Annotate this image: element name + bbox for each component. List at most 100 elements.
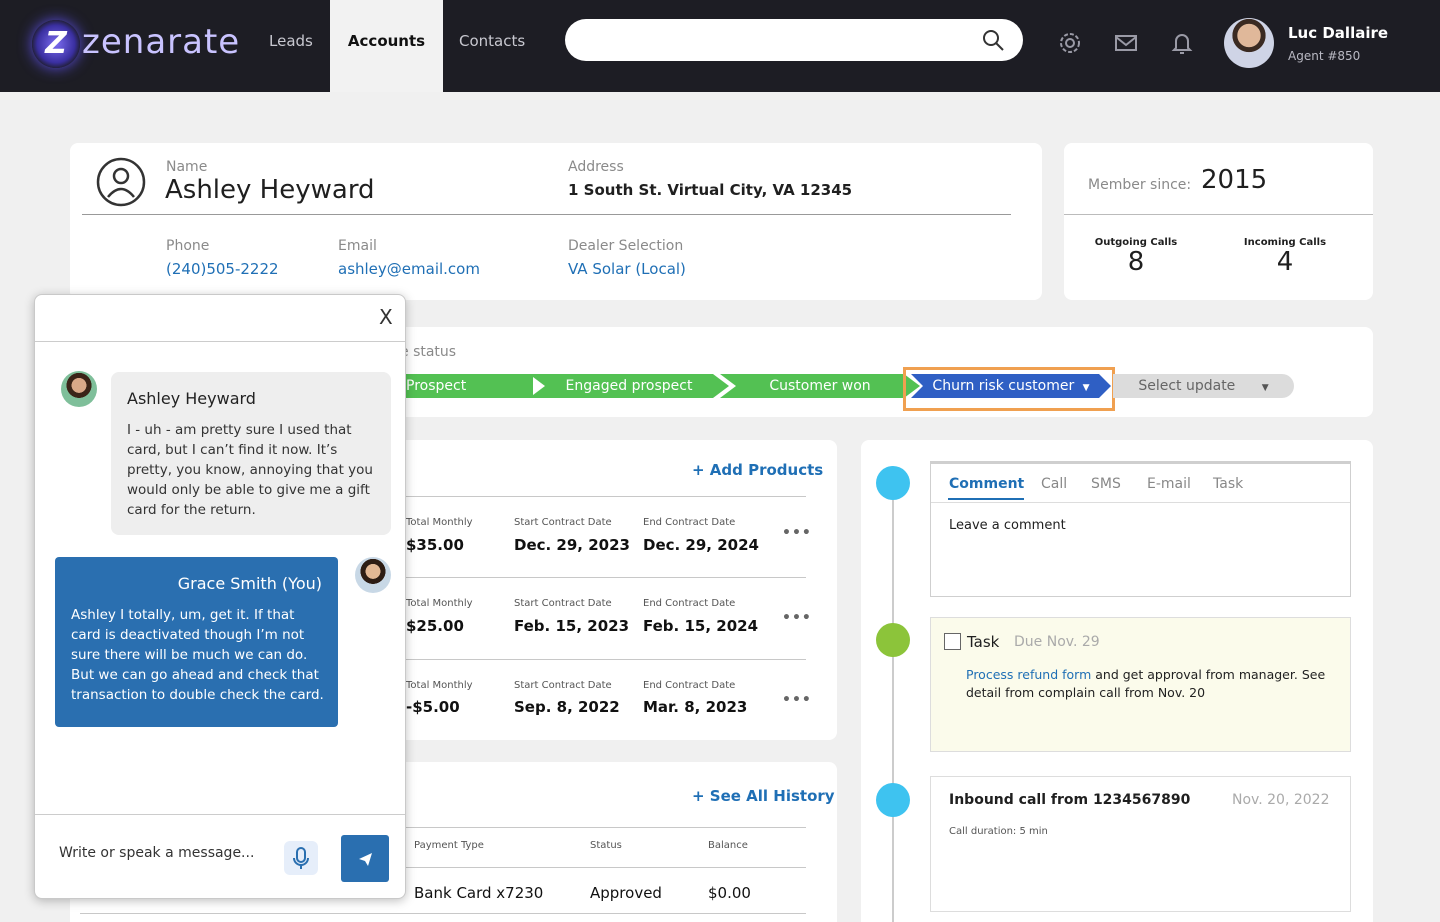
total-monthly-value: -$5.00 — [406, 698, 460, 716]
agent-message-sender: Grace Smith (You) — [177, 574, 322, 593]
chevron-down-icon: ▼ — [1261, 383, 1269, 393]
send-button[interactable] — [341, 835, 389, 882]
tab-call[interactable]: Call — [1041, 476, 1067, 492]
divider — [406, 659, 806, 660]
logo-icon: Z — [32, 20, 80, 68]
payment-type-header: Payment Type — [414, 840, 484, 851]
divider — [35, 341, 405, 342]
plus-icon: + — [692, 461, 710, 479]
task-due-date: Due Nov. 29 — [1014, 634, 1100, 650]
divider — [80, 913, 806, 914]
divider — [406, 577, 806, 578]
tab-sms[interactable]: SMS — [1091, 476, 1121, 492]
bell-icon[interactable] — [1169, 30, 1195, 56]
start-date-value: Sep. 8, 2022 — [514, 698, 620, 716]
call-log-card: Inbound call from 1234567890 Nov. 20, 20… — [930, 776, 1351, 912]
more-icon[interactable]: ••• — [782, 610, 812, 626]
end-date-label: End Contract Date — [643, 680, 736, 691]
total-monthly-label: Total Monthly — [406, 598, 473, 609]
end-date-value: Feb. 15, 2024 — [643, 617, 759, 635]
call-duration: Call duration: 5 min — [949, 826, 1048, 837]
timeline-dot-call — [876, 783, 910, 817]
user-agent-id: Agent #850 — [1288, 49, 1361, 63]
task-checkbox[interactable] — [944, 633, 961, 650]
microphone-button[interactable] — [284, 841, 318, 875]
active-tab-underline — [948, 498, 1024, 500]
more-icon[interactable]: ••• — [782, 692, 812, 708]
stage-customer-won[interactable]: Customer won — [720, 374, 920, 398]
customer-message-sender: Ashley Heyward — [127, 389, 256, 408]
total-monthly-value: $35.00 — [406, 536, 464, 554]
agent-message-bubble: Grace Smith (You) Ashley I totally, um, … — [55, 557, 338, 727]
call-title: Inbound call from 1234567890 — [949, 792, 1191, 808]
timeline-dot-comment — [876, 466, 910, 500]
status-label: e status — [400, 344, 457, 360]
start-date-value: Feb. 15, 2023 — [514, 617, 630, 635]
stage-engaged-prospect[interactable]: Engaged prospect — [529, 374, 729, 398]
total-monthly-value: $25.00 — [406, 617, 464, 635]
search-bar[interactable] — [565, 19, 1023, 61]
add-products-label: Add Products — [709, 461, 824, 479]
timeline-dot-task — [876, 623, 910, 657]
app-logo-text: zenarate — [82, 22, 241, 62]
comment-input[interactable]: Leave a comment — [949, 518, 1066, 533]
close-chat-button[interactable]: X — [379, 305, 393, 329]
plus-icon: + — [692, 787, 710, 805]
select-update-label: Select update — [1138, 378, 1236, 394]
status-header: Status — [590, 840, 622, 851]
address-label: Address — [568, 159, 624, 175]
phone-label: Phone — [166, 238, 210, 254]
email-label: Email — [338, 238, 377, 254]
more-icon[interactable]: ••• — [782, 525, 812, 541]
start-date-value: Dec. 29, 2023 — [514, 536, 630, 554]
incoming-calls-count: 4 — [1276, 247, 1294, 277]
search-icon[interactable] — [981, 28, 1005, 58]
divider — [406, 867, 806, 868]
payment-type-value: Bank Card x7230 — [414, 884, 544, 902]
nav-tab-leads[interactable]: Leads — [269, 0, 313, 92]
divider — [931, 502, 1350, 503]
customer-email[interactable]: ashley@email.com — [338, 260, 480, 278]
balance-value: $0.00 — [708, 884, 751, 902]
divider — [406, 496, 806, 497]
top-navbar: Z zenarate Leads Accounts Contacts Luc D… — [0, 0, 1440, 92]
chevron-down-icon: ▼ — [1082, 383, 1090, 393]
end-date-label: End Contract Date — [643, 598, 736, 609]
stage-churn-risk-label: Churn risk customer — [932, 378, 1075, 394]
stage-churn-risk-customer[interactable]: Churn risk customer ▼ — [911, 374, 1111, 398]
chat-panel: X Ashley Heyward I - uh - am pretty sure… — [34, 294, 406, 899]
tab-task[interactable]: Task — [1213, 476, 1243, 492]
send-icon — [359, 853, 372, 866]
nav-tab-accounts[interactable]: Accounts — [330, 0, 443, 92]
message-input[interactable]: Write or speak a message... — [59, 845, 254, 861]
nav-tab-contacts[interactable]: Contacts — [459, 0, 525, 92]
divider — [1064, 214, 1373, 215]
mail-icon[interactable] — [1113, 30, 1139, 56]
search-input[interactable] — [585, 29, 965, 47]
timeline-line — [892, 500, 894, 922]
task-description: Process refund form and get approval fro… — [966, 666, 1336, 702]
end-date-label: End Contract Date — [643, 517, 736, 528]
task-title: Task — [967, 633, 1000, 651]
stats-card: Member since: 2015 Outgoing Calls 8 Inco… — [1064, 143, 1373, 300]
member-since-label: Member since: — [1088, 177, 1192, 193]
status-value: Approved — [590, 884, 662, 902]
dealer-label: Dealer Selection — [568, 238, 684, 254]
start-date-label: Start Contract Date — [514, 598, 612, 609]
tab-comment[interactable]: Comment — [949, 476, 1024, 492]
outgoing-calls-count: 8 — [1127, 247, 1145, 277]
dealer-selection[interactable]: VA Solar (Local) — [568, 260, 686, 278]
process-refund-link[interactable]: Process refund form — [966, 667, 1091, 682]
see-all-history-button[interactable]: + See All History — [692, 787, 835, 805]
user-avatar[interactable] — [1224, 18, 1274, 68]
gear-icon[interactable] — [1057, 30, 1083, 56]
balance-header: Balance — [708, 840, 748, 851]
select-update-dropdown[interactable]: Select update ▼ — [1113, 374, 1294, 398]
total-monthly-label: Total Monthly — [406, 680, 473, 691]
customer-phone[interactable]: (240)505-2222 — [166, 260, 279, 278]
start-date-label: Start Contract Date — [514, 517, 612, 528]
divider — [82, 214, 1011, 215]
add-products-button[interactable]: + Add Products — [692, 461, 823, 479]
tab-email[interactable]: E-mail — [1147, 476, 1191, 492]
divider — [406, 827, 806, 828]
